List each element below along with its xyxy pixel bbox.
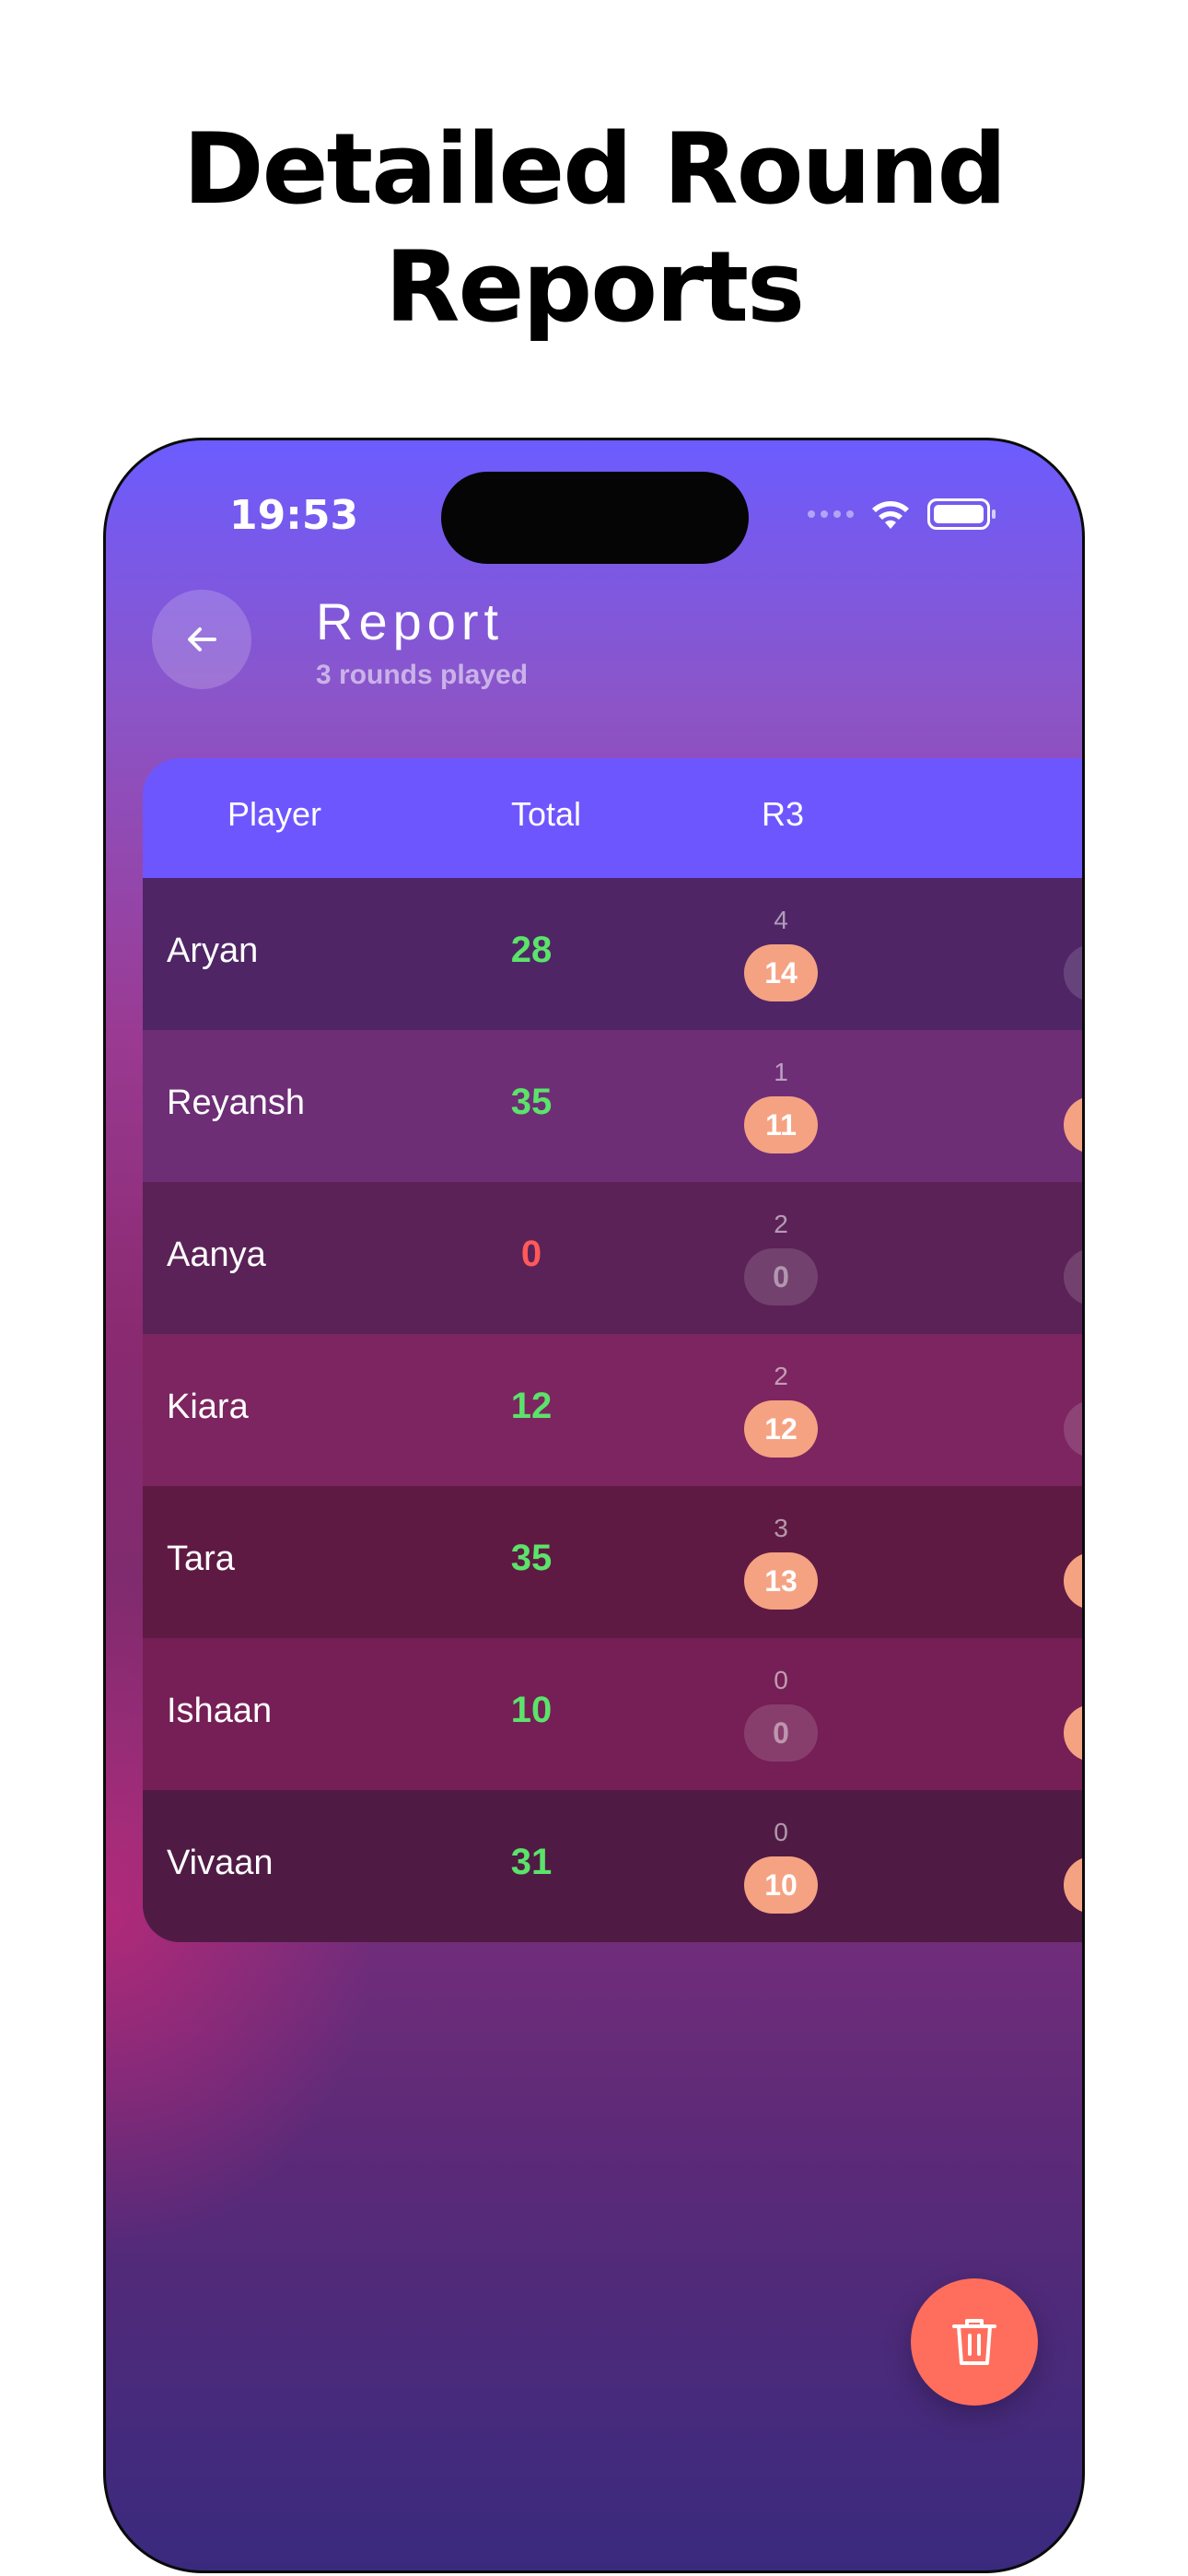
back-button[interactable] [152, 590, 251, 689]
column-header-total: Total [511, 795, 582, 833]
arrow-left-icon [188, 627, 216, 651]
page-title: Report [316, 592, 505, 650]
next-round-pill [1064, 1096, 1082, 1153]
column-header-round: R3 [762, 795, 805, 833]
report-table: Player Total R3 Aryan 28 4 14 Reyansh 35 1 11 Aa… [143, 758, 1082, 1942]
round-bid: 0 [774, 1666, 788, 1694]
player-total: 0 [520, 1234, 542, 1274]
player-name: Aryan [167, 931, 259, 970]
phone-frame: 19:53 Report 3 rounds played Player Tota… [103, 438, 1085, 2573]
player-name: Reyansh [167, 1083, 305, 1122]
player-total: 10 [510, 1690, 553, 1730]
table-body: Aryan 28 4 14 Reyansh 35 1 11 Aanya 0 2 0 Kiara 12 2 12… [143, 878, 1082, 1942]
table-row: Reyansh 35 1 11 [143, 1030, 1082, 1182]
player-name: Aanya [167, 1235, 266, 1274]
wifi-icon [870, 498, 911, 531]
next-round-pill [1064, 1856, 1082, 1914]
headline-line-2: Reports [384, 230, 805, 344]
table-row: Vivaan 31 0 10 [143, 1790, 1082, 1942]
next-round-pill [1064, 1248, 1082, 1306]
round-score-pill: 0 [744, 1248, 818, 1306]
player-total: 31 [510, 1842, 553, 1882]
cellular-signal-icon [808, 510, 854, 518]
round-score-pill: 10 [744, 1856, 818, 1914]
next-round-pill [1064, 944, 1082, 1001]
trash-icon [952, 2319, 996, 2365]
round-bid: 4 [774, 906, 788, 934]
round-score-pill: 0 [744, 1704, 818, 1762]
next-round-pill [1064, 1552, 1082, 1610]
round-score-pill: 12 [744, 1400, 818, 1458]
round-bid: 3 [774, 1514, 788, 1542]
table-row: Aryan 28 4 14 [143, 878, 1082, 1030]
round-score-pill: 11 [744, 1096, 818, 1153]
status-time: 19:53 [229, 492, 359, 539]
player-name: Vivaan [167, 1844, 274, 1882]
table-row: Aanya 0 2 0 [143, 1182, 1082, 1334]
next-round-pill [1064, 1400, 1082, 1458]
round-score-pill: 14 [744, 944, 818, 1001]
page-subtitle: 3 rounds played [316, 660, 529, 690]
round-score-pill: 13 [744, 1552, 818, 1610]
headline-line-1: Detailed Round [182, 112, 1007, 226]
player-name: Tara [167, 1540, 235, 1578]
round-bid: 0 [774, 1818, 788, 1846]
table-row: Kiara 12 2 12 [143, 1334, 1082, 1486]
player-name: Ishaan [167, 1692, 273, 1730]
table-header-row: Player Total R3 [143, 758, 1082, 878]
player-total: 12 [510, 1386, 553, 1426]
status-icons [808, 496, 996, 533]
player-name: Kiara [167, 1388, 249, 1426]
battery-icon [927, 498, 996, 530]
player-total: 35 [510, 1538, 553, 1578]
player-total: 35 [510, 1082, 553, 1122]
table-row: Ishaan 10 0 0 [143, 1638, 1082, 1790]
round-bid: 2 [774, 1362, 788, 1390]
column-header-player: Player [227, 795, 322, 833]
player-total: 28 [510, 930, 553, 970]
dynamic-island [441, 472, 749, 564]
next-round-pill [1064, 1704, 1082, 1762]
marketing-headline: Detailed Round Reports [0, 111, 1188, 346]
delete-report-button[interactable] [911, 2278, 1038, 2406]
round-bid: 1 [774, 1058, 788, 1086]
round-bid: 2 [774, 1210, 788, 1238]
table-row: Tara 35 3 13 [143, 1486, 1082, 1638]
